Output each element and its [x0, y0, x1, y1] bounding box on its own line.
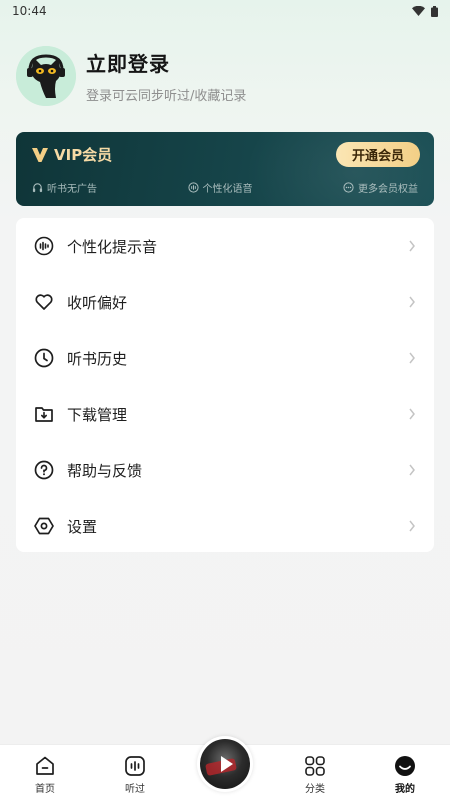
chevron-right-icon [409, 296, 415, 308]
menu-label: 个性化提示音 [67, 237, 158, 256]
menu-label: 收听偏好 [67, 293, 128, 312]
login-subtitle: 登录可云同步听过/收藏记录 [86, 89, 247, 104]
chevron-right-icon [409, 408, 415, 420]
category-icon [305, 756, 325, 776]
menu-item-downloads[interactable]: 下载管理 [16, 386, 434, 442]
heart-icon [35, 294, 53, 310]
menu-item-settings[interactable]: 设置 [16, 498, 434, 554]
menu-label: 下载管理 [67, 405, 128, 424]
download-folder-icon [35, 407, 53, 422]
tab-home[interactable]: 首页 [0, 745, 90, 800]
album-cover [200, 739, 250, 789]
battery-icon [431, 5, 438, 17]
tab-category[interactable]: 分类 [270, 745, 360, 800]
status-time: 10:44 [12, 4, 47, 18]
wifi-icon [412, 6, 425, 16]
vip-card[interactable]: VIP会员 开通会员 听书无广告 个性化语音 更多会员权益 [16, 132, 434, 206]
menu-item-custom-tone[interactable]: 个性化提示音 [16, 218, 434, 274]
benefit-more: 更多会员权益 [343, 180, 418, 195]
login-title[interactable]: 立即登录 [86, 48, 246, 77]
menu-item-preference[interactable]: 收听偏好 [16, 274, 434, 330]
chevron-right-icon [409, 520, 415, 532]
benefit-label: 个性化语音 [202, 184, 253, 195]
menu-card: 个性化提示音 收听偏好 听书历史 下载管理 帮助与反馈 设置 [16, 218, 434, 552]
open-vip-button[interactable]: 开通会员 [336, 142, 420, 167]
menu-item-help[interactable]: 帮助与反馈 [16, 442, 434, 498]
tab-label: 我的 [395, 784, 415, 795]
profile-icon [395, 756, 415, 776]
status-bar: 10:44 [0, 0, 450, 22]
vip-benefits: 听书无广告 个性化语音 更多会员权益 [32, 180, 418, 195]
tab-listened[interactable]: 听过 [90, 745, 180, 800]
tab-profile[interactable]: 我的 [360, 745, 450, 800]
benefit-label: 听书无广告 [47, 184, 97, 195]
chevron-right-icon [409, 240, 415, 252]
vip-v-icon [32, 147, 48, 162]
more-dots-icon [343, 182, 354, 193]
benefit-no-ads: 听书无广告 [32, 180, 97, 195]
menu-label: 听书历史 [67, 349, 128, 368]
chevron-right-icon [409, 464, 415, 476]
menu-label: 帮助与反馈 [67, 461, 143, 480]
login-section[interactable]: 立即登录 登录可云同步听过/收藏记录 [16, 46, 246, 106]
help-icon [34, 460, 54, 480]
play-icon [220, 756, 233, 772]
now-playing-disc[interactable] [197, 736, 253, 792]
settings-hexagon-icon [34, 517, 54, 535]
vip-title: VIP会员 [54, 146, 113, 164]
tab-label: 分类 [305, 784, 325, 795]
cat-avatar-icon [16, 46, 76, 106]
voice-wave-icon [34, 236, 54, 256]
menu-item-history[interactable]: 听书历史 [16, 330, 434, 386]
listened-icon [125, 756, 145, 776]
benefit-voice: 个性化语音 [187, 180, 253, 195]
chevron-right-icon [409, 352, 415, 364]
tab-label: 听过 [125, 784, 145, 795]
headphones-icon [32, 183, 43, 193]
avatar[interactable] [16, 46, 76, 106]
menu-label: 设置 [67, 517, 98, 536]
home-icon [36, 756, 54, 775]
clock-icon [34, 348, 54, 368]
tab-label: 首页 [35, 784, 55, 795]
voice-icon [187, 182, 199, 193]
benefit-label: 更多会员权益 [358, 184, 418, 195]
